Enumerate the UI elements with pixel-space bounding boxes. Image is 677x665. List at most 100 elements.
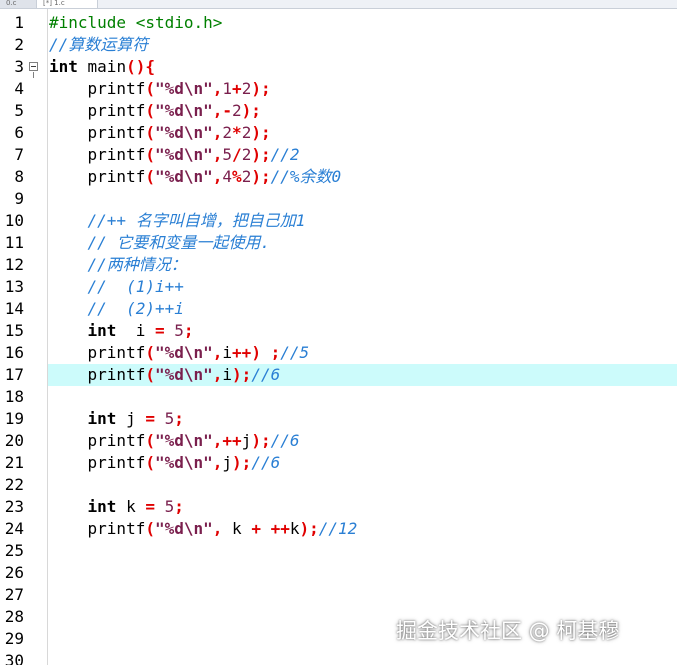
code-token: 2 [241,79,252,98]
code-token: //6 [270,431,300,450]
code-line[interactable]: 6 printf("%d\n",2*2); [0,122,677,144]
code-line[interactable]: 2 //算数运算符 [0,34,677,56]
code-line[interactable]: 1 #include <stdio.h> [0,12,677,34]
code-line[interactable]: 21 printf("%d\n",j);//6 [0,452,677,474]
code-token: // 它要和变量一起使用. [49,233,271,252]
line-number: 14 [4,299,24,318]
code-text[interactable]: int i = 5; [49,320,194,342]
code-token: //两种情况： [49,255,187,274]
code-token: //12 [318,519,358,538]
code-line[interactable]: 17 printf("%d\n",i);//6 [0,364,677,386]
code-line[interactable]: 4 printf("%d\n",1+2); [0,78,677,100]
line-number: 24 [4,519,24,538]
code-text[interactable]: // (1)i++ [49,276,184,298]
code-token: j [222,453,233,472]
code-token: ); [299,519,319,538]
code-text[interactable]: // (2)++i [49,298,184,320]
code-token: //%余数0 [270,167,342,186]
code-line[interactable]: 14 // (2)++i [0,298,677,320]
code-line[interactable]: 18 [0,386,677,408]
line-number: 20 [4,431,24,450]
code-line[interactable]: 20 printf("%d\n",++j);//6 [0,430,677,452]
code-token: //6 [251,453,281,472]
code-text[interactable]: printf("%d\n",2*2); [49,122,271,144]
editor-tab-bar: 0.c [*] 1.c [0,0,677,9]
line-number: 29 [4,629,24,648]
code-token: #include <stdio.h> [49,13,223,32]
line-number: 10 [4,211,24,230]
code-token: ( [145,101,155,120]
code-token: ; [174,497,184,516]
fold-collapse-icon[interactable] [29,62,38,71]
code-token: printf [49,167,146,186]
code-token: ,- [212,101,233,120]
code-line[interactable]: 26 [0,562,677,584]
code-text[interactable]: printf("%d\n",5/2);//2 [49,144,300,166]
code-text[interactable]: #include <stdio.h> [49,12,222,34]
code-line[interactable]: 9 [0,188,677,210]
code-token: //++ 名字叫自增，把自己加1 [49,211,306,230]
code-line[interactable]: 15 int i = 5; [0,320,677,342]
code-line[interactable]: 30 [0,650,677,665]
code-text[interactable]: //两种情况： [49,254,187,276]
code-token: 5 [174,321,184,340]
code-token: ; [174,409,184,428]
code-token: % [232,167,242,186]
code-editor[interactable]: 0.c [*] 1.c 1 #include <stdio.h> 2 //算数运算符 3… [0,0,677,665]
code-line[interactable]: 7 printf("%d\n",5/2);//2 [0,144,677,166]
code-token: printf [49,453,146,472]
code-token: printf [49,123,146,142]
code-token: main [77,57,127,76]
code-token: 2 [241,167,252,186]
code-line[interactable]: 23 int k = 5; [0,496,677,518]
code-token: 1 [222,79,233,98]
code-text[interactable]: printf("%d\n",4%2);//%余数0 [49,166,342,188]
code-token: 5 [164,409,175,428]
code-text[interactable]: //算数运算符 [49,34,148,56]
code-text[interactable]: //++ 名字叫自增，把自己加1 [49,210,306,232]
code-line[interactable]: 25 [0,540,677,562]
code-line[interactable]: 10 //++ 名字叫自增，把自己加1 [0,210,677,232]
code-text[interactable]: printf("%d\n",j);//6 [49,452,281,474]
code-text[interactable]: printf("%d\n", k + ++k);//12 [49,518,358,540]
code-line[interactable]: 13 // (1)i++ [0,276,677,298]
code-line[interactable]: 19 int j = 5; [0,408,677,430]
code-line[interactable]: 22 [0,474,677,496]
code-text[interactable]: int main(){ [49,56,155,78]
editor-tab-1[interactable]: [*] 1.c [36,0,98,8]
line-number: 12 [4,255,24,274]
code-line[interactable]: 27 [0,584,677,606]
code-line[interactable]: 16 printf("%d\n",i++) ;//5 [0,342,677,364]
code-line[interactable]: 11 // 它要和变量一起使用. [0,232,677,254]
code-token: k [222,519,252,538]
line-number: 18 [4,387,24,406]
code-text[interactable]: printf("%d\n",++j);//6 [49,430,300,452]
code-line[interactable]: 5 printf("%d\n",-2); [0,100,677,122]
code-token: printf [49,519,146,538]
code-token: "%d\n" [154,453,213,472]
line-number: 9 [14,189,24,208]
code-token: int [87,497,117,516]
code-token: ( [145,519,155,538]
code-line[interactable]: 3 int main(){ [0,56,677,78]
code-text[interactable]: int j = 5; [49,408,184,430]
code-text[interactable]: int k = 5; [49,496,184,518]
line-number: 27 [4,585,24,604]
code-token: "%d\n" [154,123,213,142]
editor-tab-0[interactable]: 0.c [0,0,39,8]
code-text[interactable]: printf("%d\n",1+2); [49,78,271,100]
code-line[interactable]: 12 //两种情况： [0,254,677,276]
code-line[interactable]: 8 printf("%d\n",4%2);//%余数0 [0,166,677,188]
code-token: , [212,365,223,384]
code-token: , [212,145,223,164]
line-number: 8 [14,167,24,186]
code-line[interactable]: 24 printf("%d\n", k + ++k);//12 [0,518,677,540]
code-text[interactable]: printf("%d\n",i);//6 [49,364,281,386]
code-text[interactable]: printf("%d\n",-2); [49,100,261,122]
code-text[interactable]: printf("%d\n",i++) ;//5 [49,342,310,364]
code-text[interactable]: // 它要和变量一起使用. [49,232,271,254]
code-token: ); [232,365,252,384]
